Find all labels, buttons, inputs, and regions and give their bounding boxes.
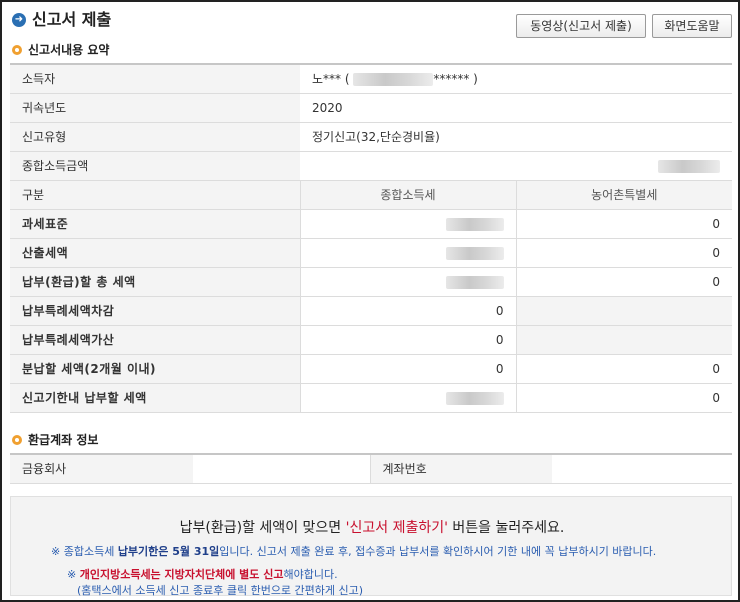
notice-text: 해야합니다. [283,568,338,581]
bank-label: 금융회사 [10,453,193,484]
income-tax-value [299,267,516,297]
rural-tax-value: 0 [515,238,733,268]
masked-value [445,391,504,405]
income-tax-value [299,238,516,268]
row-value: 2020 [300,93,733,123]
column-header: 종합소득세 [299,180,516,210]
masked-id [353,73,434,87]
notice-main-suffix: 버튼을 눌러주세요. [447,520,565,536]
notice-text: ※ [67,568,80,581]
income-tax-value: 0 [299,296,516,326]
taxpayer-id-suffix: ****** ) [433,72,478,87]
row-label: 납부특례세액가산 [10,325,300,355]
masked-value [445,246,504,260]
table-header-row: 구분 종합소득세 농어촌특별세 [10,180,733,210]
column-header: 구분 [10,180,300,210]
summary-section-title: 신고서내용 요약 [28,43,110,57]
row-label: 신고유형 [10,122,300,152]
notice-main-text: 납부(환급)할 세액이 맞으면 [179,520,346,536]
notice-box: 납부(환급)할 세액이 맞으면 '신고서 제출하기' 버튼을 눌러주세요. ※ … [10,496,733,597]
row-label: 납부특례세액차감 [10,296,300,326]
table-row: 소득자 노*** ( ****** ) [10,63,733,94]
help-button[interactable]: 화면도움말 [652,14,732,38]
rural-tax-value: 0 [515,383,733,413]
row-label: 신고기한내 납부할 세액 [10,383,300,413]
table-row: 신고기한내 납부할 세액 0 [10,383,733,413]
notice-local-tax-highlight: 개인지방소득세는 지방자치단체에 별도 신고 [79,568,284,581]
rural-tax-value: 0 [515,267,733,297]
table-row: 금융회사 계좌번호 [10,453,732,484]
bullet-icon [12,45,22,55]
row-label: 소득자 [10,63,300,94]
table-row: 납부특례세액가산 0 [10,325,733,355]
table-row: 납부(환급)할 총 세액 0 [10,267,733,297]
rural-tax-value: 0 [515,209,733,239]
notice-hometax-tip: (홈택스에서 소득세 신고 종료후 클릭 한번으로 간편하게 신고) [77,584,364,597]
row-label: 납부(환급)할 총 세액 [10,267,300,297]
bank-value [193,453,370,484]
table-row: 분납할 세액(2개월 이내) 0 0 [10,354,733,384]
row-value: 정기신고(32,단순경비율) [300,122,733,152]
notice-text: 입니다. 신고서 제출 완료 후, 접수증과 납부서를 확인하시어 기한 내에 … [219,545,657,558]
income-tax-value [299,209,516,239]
notice-local-tax: ※ 개인지방소득세는 지방자치단체에 별도 신고해야합니다. [67,566,338,582]
page-header: ➜ 신고서 제출 동영상(신고서 제출) 화면도움말 [10,10,732,40]
masked-value [445,275,504,289]
notice-submit-highlight: '신고서 제출하기' [345,520,448,536]
income-tax-value: 0 [299,354,516,384]
summary-table: 소득자 노*** ( ****** ) 귀속년도 2020 신고유형 정기신고(… [10,63,733,413]
rural-tax-value: 0 [515,354,733,384]
arrow-right-icon: ➜ [12,13,26,27]
refund-table: 금융회사 계좌번호 [10,453,732,484]
table-row: 종합소득금액 [10,151,733,181]
table-row: 귀속년도 2020 [10,93,733,123]
taxpayer-name: 노*** ( [312,72,354,87]
notice-deadline-highlight: 납부기한은 5월 31일 [117,545,220,558]
rural-tax-value [515,325,733,355]
column-header: 농어촌특별세 [515,180,733,210]
notice-deadline: ※ 종합소득세 납부기한은 5월 31일입니다. 신고서 제출 완료 후, 접수… [51,543,656,559]
masked-value [445,217,504,231]
notice-main: 납부(환급)할 세액이 맞으면 '신고서 제출하기' 버튼을 눌러주세요. [11,517,733,537]
masked-value [658,159,721,173]
table-row: 과세표준 0 [10,209,733,239]
table-row: 산출세액 0 [10,238,733,268]
row-label: 분납할 세액(2개월 이내) [10,354,300,384]
notice-text: ※ 종합소득세 [51,545,118,558]
rural-tax-value [515,296,733,326]
table-row: 납부특례세액차감 0 [10,296,733,326]
row-label: 산출세액 [10,238,300,268]
account-label: 계좌번호 [369,453,552,484]
income-tax-value: 0 [299,325,516,355]
account-value [552,453,732,484]
bullet-icon [12,435,22,445]
page-title: 신고서 제출 [32,10,112,29]
refund-section-title: 환급계좌 정보 [28,433,99,447]
row-label: 귀속년도 [10,93,300,123]
income-tax-value [299,383,516,413]
window-frame: ➜ 신고서 제출 동영상(신고서 제출) 화면도움말 신고서내용 요약 소득자 … [0,0,740,602]
row-label: 과세표준 [10,209,300,239]
total-income-value [300,151,733,181]
table-row: 신고유형 정기신고(32,단순경비율) [10,122,733,152]
video-guide-button[interactable]: 동영상(신고서 제출) [516,14,646,38]
row-label: 종합소득금액 [10,151,300,181]
taxpayer-value: 노*** ( ****** ) [300,63,733,94]
